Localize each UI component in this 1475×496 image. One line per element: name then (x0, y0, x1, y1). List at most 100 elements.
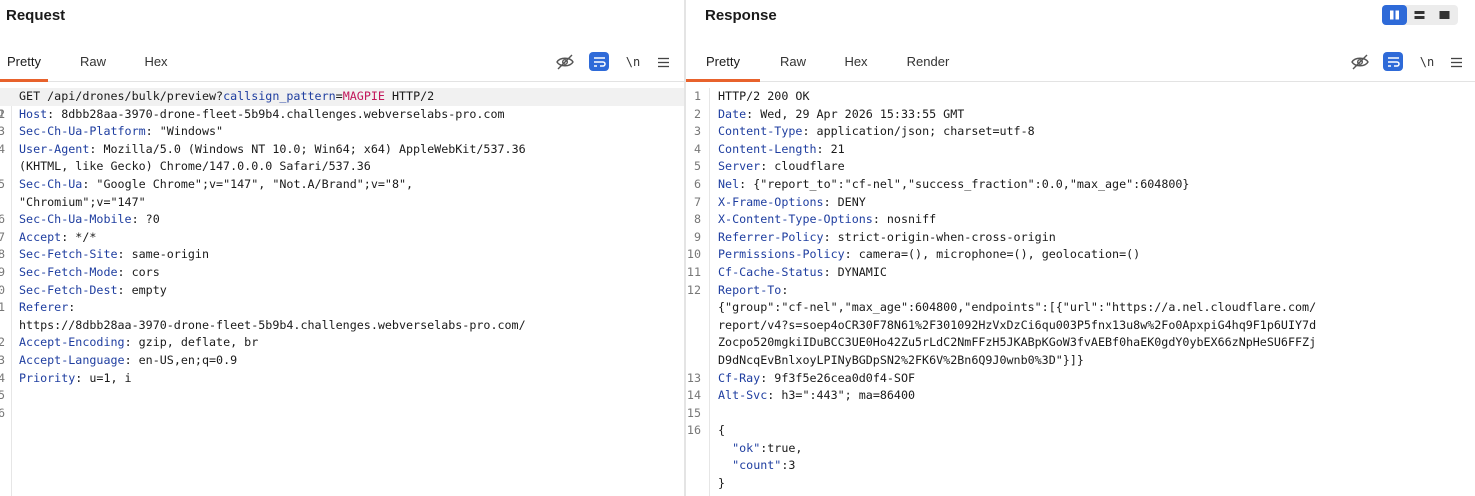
header-name: User-Agent (19, 141, 90, 156)
response-line-code: Content-Type: application/json; charset=… (718, 123, 1035, 141)
response-editor[interactable]: 1 HTTP/2 200 OK 2 Date: Wed, 29 Apr 2026 15… (686, 88, 1475, 496)
word-wrap-icon[interactable] (1383, 52, 1403, 71)
request-line: 6 Sec-Ch-Ua-Mobile: ?0 (0, 211, 684, 229)
response-line-code: Nel: {"report_to":"cf-nel","success_frac… (718, 176, 1189, 194)
query-param-name: callsign_pattern (223, 89, 336, 103)
response-line: 9 Referrer-Policy: strict-origin-when-cro… (686, 229, 1475, 247)
line-number: 4 (0, 370, 5, 385)
line-text: HTTP/2 200 OK (718, 89, 810, 103)
request-line-code: Priority: u=1, i (19, 370, 132, 388)
request-line-code: Sec-Ch-Ua: "Google Chrome";v="147", "Not… (19, 176, 413, 194)
request-line: 4 User-Agent: Mozilla/5.0 (Windows NT 10.… (0, 141, 684, 159)
response-line-code: "ok":true, (718, 440, 802, 458)
response-line: 5 Server: cloudflare (686, 158, 1475, 176)
header-value: : strict-origin-when-cross-origin (823, 229, 1056, 244)
menu-icon[interactable] (1448, 52, 1464, 72)
header-name: Accept-Language (19, 352, 125, 367)
line-number: 8 (693, 212, 701, 227)
response-line: 3 Content-Type: application/json; charset… (686, 123, 1475, 141)
response-line: 16 { (686, 422, 1475, 440)
response-tab-hex[interactable]: Hex (834, 44, 878, 82)
json-value: :true, (760, 440, 803, 455)
horizontal-view-icon[interactable] (1407, 5, 1432, 25)
response-line: 4 Content-Length: 21 (686, 141, 1475, 159)
header-name: X-Content-Type-Options (718, 212, 873, 227)
response-pane: Response Pretty Raw Hex Render \n 1 HTTP/… (686, 0, 1475, 496)
request-line: https://8dbb28aa-3970-drone-fleet-5b9b4.… (0, 317, 684, 335)
response-line: {"group":"cf-nel","max_age":604800,"endp… (686, 299, 1475, 317)
line-number: 3 (693, 124, 701, 139)
header-name: Cf-Cache-Status (718, 264, 824, 279)
line-number: 6 (0, 405, 5, 420)
request-line: 3 Accept-Language: en-US,en;q=0.9 (0, 352, 684, 370)
request-line-code: Accept-Encoding: gzip, deflate, br (19, 334, 258, 352)
header-value: : "Windows" (145, 124, 224, 139)
response-line: "count":3 (686, 457, 1475, 475)
header-name: Alt-Svc (718, 388, 768, 403)
request-tab-hex[interactable]: Hex (134, 44, 178, 82)
header-name: Content-Length (718, 141, 817, 156)
menu-icon[interactable] (655, 52, 671, 72)
line-number: 11 (686, 264, 701, 279)
response-line: 12 Report-To: (686, 282, 1475, 300)
response-line-code: X-Content-Type-Options: nosniff (718, 211, 936, 229)
response-tab-pretty[interactable]: Pretty (686, 44, 760, 82)
header-value: : camera=(), microphone=(), geolocation=… (844, 247, 1141, 262)
header-value: : DYNAMIC (823, 264, 887, 279)
split-view-icon[interactable] (1382, 5, 1407, 25)
request-line-code: Accept-Language: en-US,en;q=0.9 (19, 352, 237, 370)
word-wrap-icon[interactable] (589, 52, 609, 71)
header-name: Referrer-Policy (718, 229, 824, 244)
header-name: Accept (19, 229, 62, 244)
header-value: : 21 (816, 141, 845, 156)
line-number: 3 (0, 124, 5, 139)
newline-toggle-button[interactable]: \n (1417, 52, 1437, 72)
request-line-code: Sec-Fetch-Mode: cors (19, 264, 160, 282)
response-line-code: Zocpo520mgkiIDuBCC3UE0Ho42Zu5rLdC2NmFFzH… (718, 334, 1316, 352)
request-line-code: Accept: */* (19, 229, 96, 247)
line-number: 9 (0, 264, 5, 279)
header-name: Sec-Fetch-Mode (19, 264, 118, 279)
header-value: : nosniff (872, 212, 937, 227)
response-line: 8 X-Content-Type-Options: nosniff (686, 211, 1475, 229)
header-name: Cf-Ray (718, 370, 761, 385)
request-line-code: User-Agent: Mozilla/5.0 (Windows NT 10.0… (19, 141, 526, 159)
response-line-code: Content-Length: 21 (718, 141, 845, 159)
header-value: : empty (117, 282, 167, 297)
line-number: 8 (0, 247, 5, 262)
request-line: 6 (0, 405, 684, 423)
header-name: Sec-Ch-Ua (19, 176, 83, 191)
request-line-code: Sec-Fetch-Site: same-origin (19, 246, 209, 264)
newline-toggle-button[interactable]: \n (623, 52, 643, 72)
request-line-code: Referer: (19, 299, 75, 317)
hide-eye-icon[interactable] (555, 52, 575, 72)
response-line: 11 Cf-Cache-Status: DYNAMIC (686, 264, 1475, 282)
response-tab-raw[interactable]: Raw (770, 44, 816, 82)
response-line: 13 Cf-Ray: 9f3f5e26cea0d0f4-SOF (686, 370, 1475, 388)
request-editor[interactable]: 1 GET /api/drones/bulk/preview?callsign_… (0, 88, 684, 496)
request-line-code: Host: 8dbb28aa-3970-drone-fleet-5b9b4.ch… (19, 106, 505, 124)
header-value: : 8dbb28aa-3970-drone-fleet-5b9b4.challe… (47, 106, 505, 121)
header-name: Nel (718, 176, 740, 191)
line-number: 2 (0, 106, 5, 121)
response-line-code: { (718, 422, 725, 440)
request-tab-raw[interactable]: Raw (70, 44, 116, 82)
header-value: : ?0 (131, 212, 160, 227)
request-line-code: https://8dbb28aa-3970-drone-fleet-5b9b4.… (19, 317, 526, 335)
header-name: Accept-Encoding (19, 335, 125, 350)
request-line: 2 Host: 8dbb28aa-3970-drone-fleet-5b9b4.c… (0, 106, 684, 124)
response-line-code: Server: cloudflare (718, 158, 845, 176)
line-number: 2 (693, 106, 701, 121)
header-name: Sec-Fetch-Site (19, 247, 118, 262)
line-number: 7 (693, 194, 701, 209)
response-tab-render[interactable]: Render (898, 44, 958, 82)
response-line-code: HTTP/2 200 OK (718, 88, 809, 106)
header-value: : (68, 300, 76, 315)
http-version: HTTP/2 (384, 89, 435, 103)
request-tab-pretty[interactable]: Pretty (0, 44, 48, 82)
header-value: : h3=":443"; ma=86400 (767, 388, 916, 403)
request-line-code: Sec-Fetch-Dest: empty (19, 282, 167, 300)
single-view-icon[interactable] (1432, 5, 1457, 25)
header-value: : same-origin (117, 247, 209, 262)
hide-eye-icon[interactable] (1350, 52, 1370, 72)
